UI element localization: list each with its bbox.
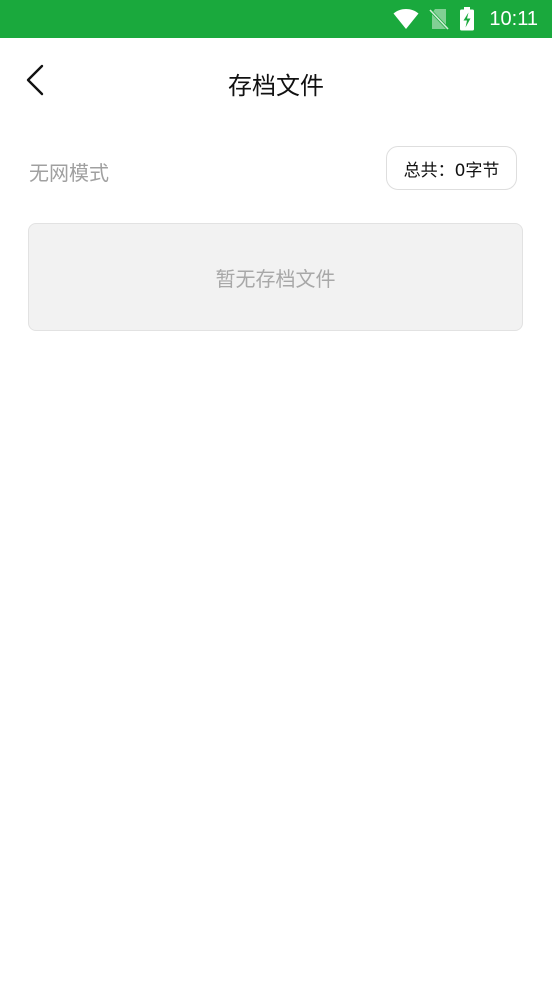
app-header: 存档文件 (0, 38, 552, 126)
page-title: 存档文件 (228, 72, 324, 100)
status-bar: 10:11 (0, 0, 552, 38)
status-time: 10:11 (489, 7, 538, 30)
empty-state-message: 暂无存档文件 (215, 266, 336, 291)
battery-charging-icon (459, 7, 475, 31)
wifi-icon (393, 8, 419, 30)
empty-state-card: 暂无存档文件 (28, 223, 523, 331)
mode-label: 无网模式 (29, 161, 109, 185)
no-sim-icon (429, 8, 450, 30)
total-size-badge: 总共：0字节 (386, 146, 517, 190)
status-icons: 10:11 (393, 0, 538, 38)
